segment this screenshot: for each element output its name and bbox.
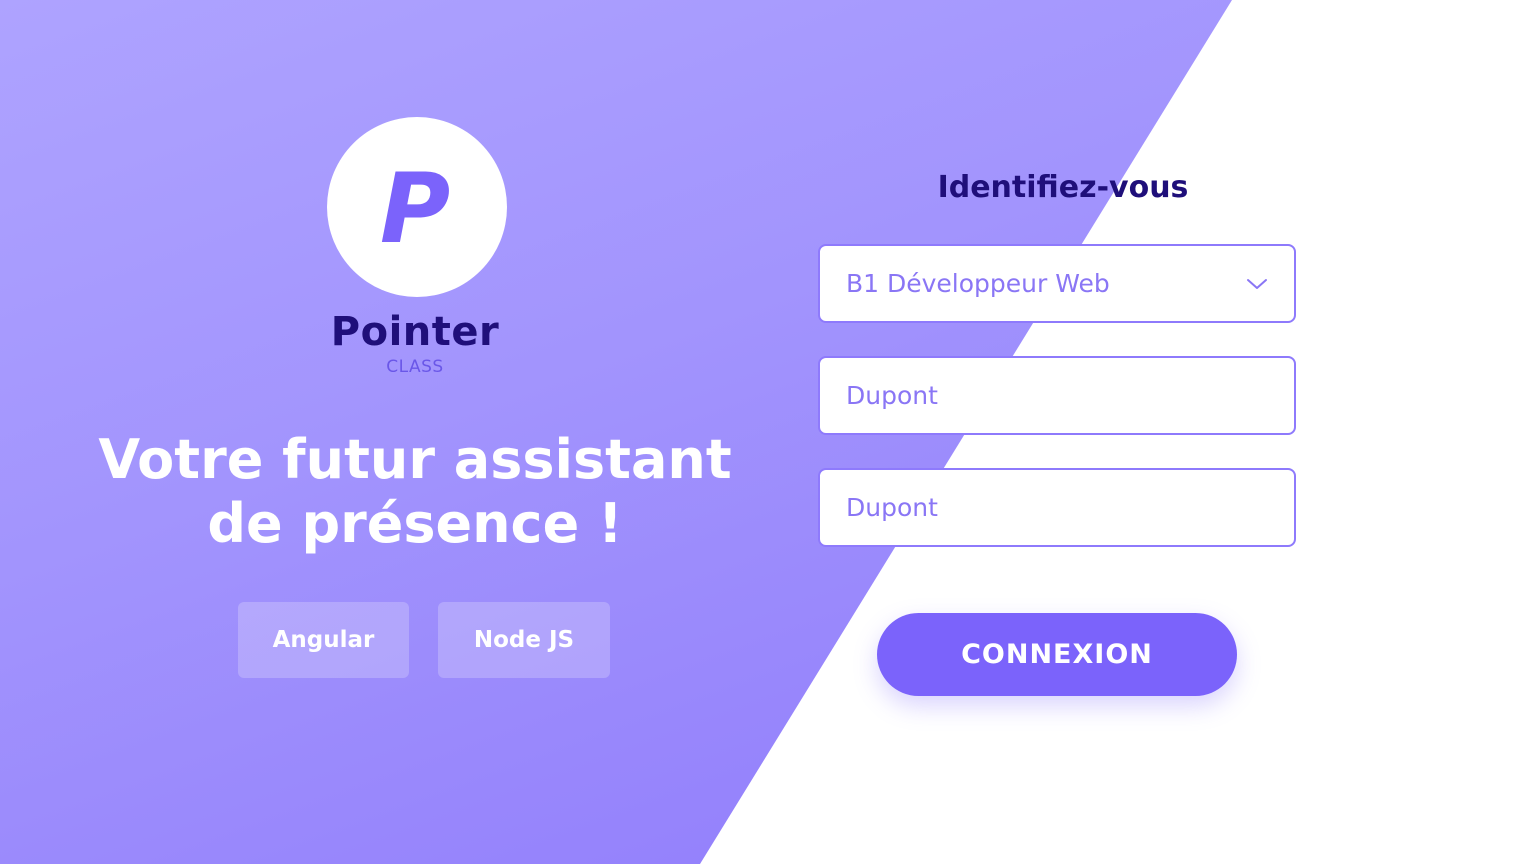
chevron-down-icon — [1246, 273, 1268, 295]
first-name-field-wrapper — [818, 468, 1296, 547]
brand-subname: CLASS — [386, 357, 444, 377]
tag-angular: Angular — [238, 602, 409, 678]
connexion-button[interactable]: CONNEXION — [877, 613, 1237, 696]
hero-headline-line2: de présence ! — [207, 492, 623, 555]
last-name-input[interactable] — [846, 381, 1268, 410]
last-name-field-wrapper — [818, 356, 1296, 435]
pointer-logo: P — [327, 117, 507, 297]
hero-headline: Votre futur assistant de présence ! — [60, 428, 770, 556]
logo-letter: P — [379, 153, 451, 265]
login-page: P Pointer CLASS Votre futur assistant de… — [0, 0, 1536, 864]
hero-headline-line1: Votre futur assistant — [98, 428, 732, 491]
class-select[interactable]: B1 Développeur Web — [818, 244, 1296, 323]
brand-name: Pointer — [330, 309, 500, 355]
class-select-value: B1 Développeur Web — [846, 269, 1110, 298]
tag-node-js: Node JS — [438, 602, 610, 678]
form-title: Identifiez-vous — [937, 170, 1189, 205]
first-name-input[interactable] — [846, 493, 1268, 522]
